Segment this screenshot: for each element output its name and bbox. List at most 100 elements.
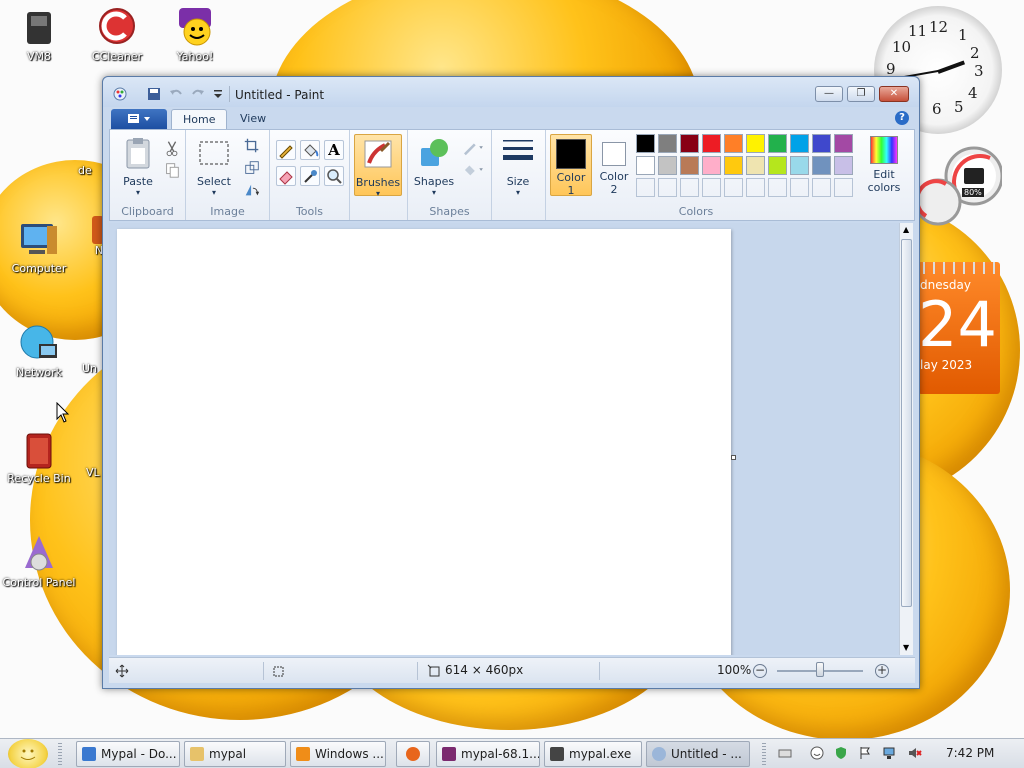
palette-custom-color-slot[interactable] [834, 178, 853, 197]
title-bar[interactable]: Untitled - Paint — ❐ ✕ [103, 77, 919, 107]
scroll-up-arrow[interactable]: ▲ [903, 225, 909, 234]
desktop-icon-ccleaner[interactable]: CCleaner [78, 6, 156, 63]
desktop-icon-network[interactable]: Network [0, 322, 78, 379]
paste-button[interactable]: Paste ▾ [118, 136, 158, 197]
palette-custom-color-slot[interactable] [636, 178, 655, 197]
palette-color-swatch[interactable] [768, 134, 787, 153]
paste-dropdown-arrow[interactable]: ▾ [118, 188, 158, 197]
palette-color-swatch[interactable] [658, 156, 677, 175]
scroll-down-arrow[interactable]: ▼ [903, 643, 909, 652]
palette-custom-color-slot[interactable] [724, 178, 743, 197]
select-button[interactable]: Select ▾ [192, 136, 236, 197]
taskbar-item-mypal-browser[interactable]: Mypal - Do... [76, 741, 180, 767]
palette-custom-color-slot[interactable] [768, 178, 787, 197]
palette-color-swatch[interactable] [812, 156, 831, 175]
palette-color-swatch[interactable] [680, 156, 699, 175]
resize-icon[interactable] [242, 158, 262, 178]
palette-color-swatch[interactable] [746, 156, 765, 175]
close-button[interactable]: ✕ [879, 86, 909, 102]
taskbar-item-mypal-exe[interactable]: mypal.exe [544, 741, 642, 767]
palette-color-swatch[interactable] [702, 156, 721, 175]
paint-app-icon[interactable] [113, 87, 127, 101]
shapes-dropdown-arrow[interactable]: ▾ [412, 188, 456, 197]
palette-color-swatch[interactable] [812, 134, 831, 153]
desktop-icon-yahoo[interactable]: Yahoo! [156, 6, 234, 63]
palette-color-swatch[interactable] [636, 134, 655, 153]
palette-color-swatch[interactable] [746, 134, 765, 153]
undo-icon[interactable] [169, 87, 183, 101]
size-dropdown-arrow[interactable]: ▾ [498, 188, 538, 197]
brushes-dropdown-arrow[interactable]: ▾ [355, 189, 401, 198]
eraser-tool[interactable] [276, 166, 296, 186]
cpu-meter-gadget[interactable]: 80% [914, 146, 1004, 230]
palette-custom-color-slot[interactable] [790, 178, 809, 197]
size-button[interactable]: Size ▾ [498, 136, 538, 197]
taskbar-item-windows-media[interactable]: Windows ... [290, 741, 386, 767]
zoom-out-button[interactable]: − [753, 664, 767, 678]
network-tray-icon[interactable] [882, 746, 896, 760]
taskbar-item-mypal-archive[interactable]: mypal-68.1.... [436, 741, 540, 767]
shapes-button[interactable]: Shapes ▾ [412, 136, 456, 197]
color1-button[interactable]: Color 1 [550, 134, 592, 197]
color2-button[interactable]: Color 2 [594, 134, 634, 196]
start-button[interactable] [8, 739, 48, 768]
file-menu-button[interactable] [111, 109, 167, 129]
vertical-scrollbar[interactable]: ▲ ▼ [899, 223, 913, 655]
select-dropdown-arrow[interactable]: ▾ [192, 188, 236, 197]
volume-muted-icon[interactable] [908, 746, 922, 760]
desktop-icon-recycle-bin[interactable]: Recycle Bin [0, 428, 78, 485]
security-shield-icon[interactable] [834, 746, 848, 760]
desktop-icon-vm8[interactable]: VM8 [0, 6, 78, 63]
palette-color-swatch[interactable] [702, 134, 721, 153]
copy-icon[interactable] [162, 160, 182, 180]
taskbar-clock[interactable]: 7:42 PM [946, 746, 994, 760]
tab-home[interactable]: Home [171, 109, 228, 130]
help-icon[interactable]: ? [895, 111, 909, 125]
minimize-button[interactable]: — [815, 86, 843, 102]
palette-color-swatch[interactable] [834, 156, 853, 175]
taskbar-grip[interactable] [762, 743, 766, 765]
palette-color-swatch[interactable] [658, 134, 677, 153]
palette-custom-color-slot[interactable] [812, 178, 831, 197]
palette-color-swatch[interactable] [636, 156, 655, 175]
zoom-slider-thumb[interactable] [816, 662, 824, 677]
palette-color-swatch[interactable] [790, 134, 809, 153]
save-icon[interactable] [147, 87, 161, 101]
crop-icon[interactable] [242, 136, 262, 156]
palette-custom-color-slot[interactable] [658, 178, 677, 197]
customize-quick-access-icon[interactable] [211, 87, 225, 101]
keyboard-icon[interactable] [778, 746, 792, 760]
messenger-tray-icon[interactable] [810, 746, 824, 760]
palette-color-swatch[interactable] [790, 156, 809, 175]
color-picker-tool[interactable] [300, 166, 320, 186]
palette-custom-color-slot[interactable] [702, 178, 721, 197]
desktop-icon-computer[interactable]: Computer [0, 218, 78, 275]
canvas-area[interactable] [109, 223, 901, 655]
cut-icon[interactable] [162, 138, 182, 158]
edit-colors-button[interactable]: Edit colors [860, 134, 908, 194]
zoom-in-button[interactable]: + [875, 664, 889, 678]
text-tool[interactable]: A [324, 140, 344, 160]
action-center-flag-icon[interactable] [858, 746, 872, 760]
tab-view[interactable]: View [229, 109, 277, 130]
drawing-canvas[interactable] [117, 229, 731, 655]
taskbar-grip[interactable] [58, 743, 62, 765]
taskbar-item-mypal-folder[interactable]: mypal [184, 741, 286, 767]
desktop-icon-partial[interactable]: Un [82, 362, 104, 375]
palette-color-swatch[interactable] [834, 134, 853, 153]
brushes-button[interactable]: Brushes ▾ [354, 134, 402, 198]
redo-icon[interactable] [191, 87, 205, 101]
fill-tool[interactable] [300, 140, 320, 160]
calendar-gadget[interactable]: dnesday 24 lay 2023 [918, 262, 1000, 394]
palette-custom-color-slot[interactable] [680, 178, 699, 197]
desktop-icon-control-panel[interactable]: Control Panel [0, 532, 78, 589]
fill-icon[interactable] [460, 160, 486, 180]
outline-icon[interactable] [460, 138, 486, 158]
palette-color-swatch[interactable] [768, 156, 787, 175]
taskbar-item-firefox[interactable] [396, 741, 430, 767]
palette-color-swatch[interactable] [724, 134, 743, 153]
pencil-tool[interactable] [276, 140, 296, 160]
magnifier-tool[interactable] [324, 166, 344, 186]
canvas-resize-handle[interactable] [731, 455, 736, 460]
palette-color-swatch[interactable] [680, 134, 699, 153]
